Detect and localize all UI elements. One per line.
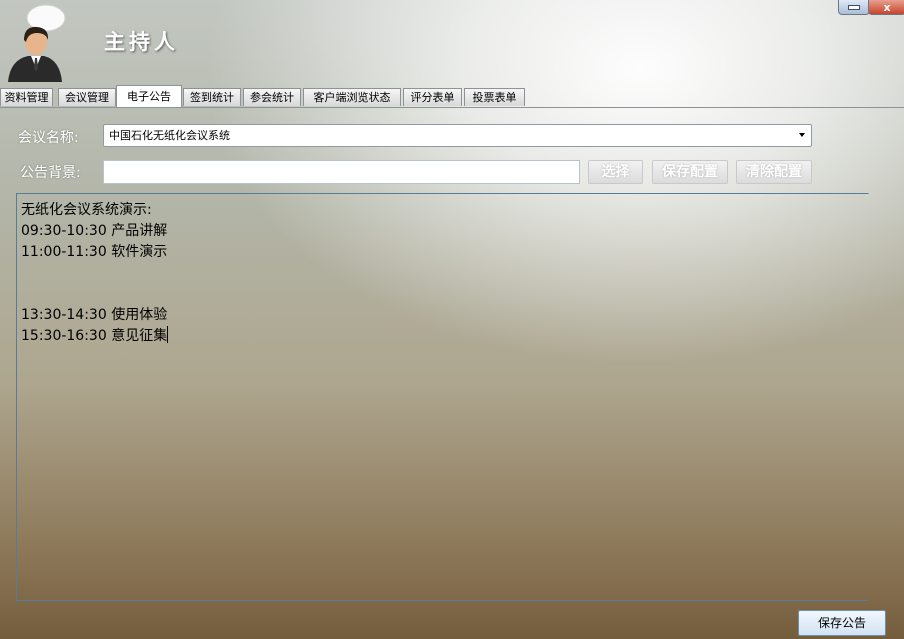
page-title: 主持人 <box>104 29 179 54</box>
announcement-background-label: 公告背景: <box>20 165 81 181</box>
save-announcement-button[interactable]: 保存公告 <box>798 610 886 636</box>
minimize-icon <box>848 4 860 10</box>
announcement-editor[interactable]: 无纸化会议系统演示: 09:30-10:30 产品讲解 11:00-11:30 … <box>16 193 869 601</box>
meeting-name-label: 会议名称: <box>18 130 79 146</box>
meeting-name-value: 中国石化无纸化会议系统 <box>109 129 230 142</box>
tab-bar: 资料管理 会议管理 电子公告 签到统计 参会统计 客户端浏览状态 评分表单 投票… <box>0 85 904 108</box>
tab-voting-form[interactable]: 投票表单 <box>464 88 525 106</box>
text-caret <box>167 326 169 343</box>
editor-line: 无纸化会议系统演示: <box>21 202 152 218</box>
tab-electronic-announcement[interactable]: 电子公告 <box>116 85 182 107</box>
tab-attendance-statistics[interactable]: 参会统计 <box>243 88 301 106</box>
choose-button[interactable]: 选择 <box>588 160 643 184</box>
announcement-background-input[interactable] <box>103 160 580 184</box>
tab-meeting-management[interactable]: 会议管理 <box>58 88 116 106</box>
meeting-name-select[interactable]: 中国石化无纸化会议系统 <box>103 124 812 147</box>
presenter-window: 主持人 x 资料管理 会议管理 电子公告 签到统计 参会统计 客户端浏览状态 评… <box>0 0 904 639</box>
editor-line-text: 15:30-16:30 意见征集 <box>21 328 168 344</box>
close-icon: x <box>883 0 891 14</box>
presenter-avatar-icon <box>6 2 68 82</box>
tab-rating-form[interactable]: 评分表单 <box>403 88 462 106</box>
tab-client-browse-status[interactable]: 客户端浏览状态 <box>303 88 401 106</box>
clear-config-button[interactable]: 清除配置 <box>736 160 812 184</box>
minimize-button[interactable] <box>838 0 870 15</box>
editor-line: 11:00-11:30 软件演示 <box>21 244 168 260</box>
chevron-down-icon <box>799 133 805 137</box>
editor-line: 09:30-10:30 产品讲解 <box>21 223 168 239</box>
close-button[interactable]: x <box>868 0 904 15</box>
editor-line: 13:30-14:30 使用体验 <box>21 307 168 323</box>
tab-signin-statistics[interactable]: 签到统计 <box>183 88 241 106</box>
tab-data-management[interactable]: 资料管理 <box>0 88 53 106</box>
save-config-button[interactable]: 保存配置 <box>652 160 728 184</box>
editor-line-last: 15:30-16:30 意见征集 <box>21 326 868 347</box>
